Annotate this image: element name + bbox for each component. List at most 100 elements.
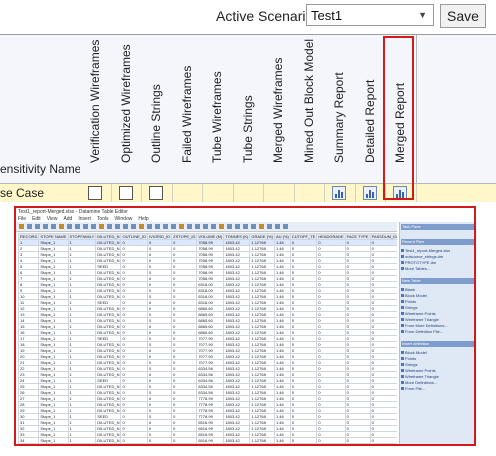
table-cell[interactable]: 0 xyxy=(120,443,149,444)
task-pane-section-header[interactable]: Recent Files xyxy=(401,239,474,245)
table-cell[interactable]: DILUTED_N xyxy=(95,317,122,324)
save-button[interactable]: Save xyxy=(440,4,486,28)
task-pane-section-header[interactable]: New Table xyxy=(401,278,474,284)
table-cell[interactable]: DILUTED_N xyxy=(95,287,122,294)
toolbar-icon[interactable] xyxy=(91,224,96,229)
editor-column-header[interactable]: AU (%) xyxy=(273,233,291,240)
editor-column-header[interactable]: DILUTED_N xyxy=(95,233,122,240)
checkbox[interactable] xyxy=(88,186,103,200)
toolbar-icon[interactable] xyxy=(155,224,160,229)
toolbar-icon[interactable] xyxy=(35,224,40,229)
report-icon[interactable] xyxy=(332,186,347,200)
table-cell[interactable]: DILUTED_N xyxy=(95,245,122,252)
toolbar-icon[interactable] xyxy=(67,224,72,229)
editor-column-header[interactable]: IVIGRID_ID xyxy=(147,233,173,240)
column-header-outline-strings[interactable]: Outline Strings xyxy=(141,35,173,183)
toolbar-icon[interactable] xyxy=(227,224,232,229)
scenario-dropdown[interactable]: Test1 ▼ xyxy=(306,4,434,26)
task-pane-item[interactable]: Wireframe Triangle xyxy=(405,374,439,379)
table-cell[interactable]: DILUTED_N xyxy=(95,401,122,408)
toolbar-icon[interactable] xyxy=(211,224,216,229)
table-cell[interactable]: DILUTED_N xyxy=(95,341,122,348)
column-header-merged-wireframes[interactable]: Merged Wireframes xyxy=(263,35,295,183)
table-cell[interactable]: DILUTED_N xyxy=(95,269,122,276)
table-cell[interactable]: DILUTED_N xyxy=(95,419,122,426)
task-pane-item[interactable]: Block Model xyxy=(405,350,427,355)
table-cell[interactable]: DILUTED_N xyxy=(95,275,122,282)
column-header-failed-wireframes[interactable]: Failed Wireframes xyxy=(171,35,203,183)
column-header-detailed-report[interactable]: Detailed Report xyxy=(354,35,386,183)
toolbar-icon[interactable] xyxy=(27,224,32,229)
toolbar-icon[interactable] xyxy=(243,224,248,229)
table-cell[interactable]: DILUTED_N xyxy=(95,311,122,318)
toolbar-icon[interactable] xyxy=(187,224,192,229)
table-cell[interactable]: DILUTED_N xyxy=(95,395,122,402)
table-cell[interactable]: DILUTED_N xyxy=(95,329,122,336)
table-cell[interactable]: DILUTED_N xyxy=(95,239,122,246)
report-icon[interactable] xyxy=(362,186,377,200)
table-cell[interactable]: DILUTED_N xyxy=(95,437,122,444)
table-cell[interactable]: DILUTED_N xyxy=(95,281,122,288)
toolbar-icon[interactable] xyxy=(115,224,120,229)
column-header-mined-out-block-model[interactable]: Mined Out Block Model xyxy=(293,35,325,183)
toolbar-icon[interactable] xyxy=(75,224,80,229)
toolbar-icon[interactable] xyxy=(99,224,104,229)
table-cell[interactable]: DILUTED_N xyxy=(95,359,122,366)
editor-column-header[interactable]: GRADE (%) xyxy=(249,233,275,240)
task-pane-item[interactable]: Block Model xyxy=(405,293,427,298)
table-cell[interactable]: Stope_1 xyxy=(38,443,69,444)
task-pane-item[interactable]: Points xyxy=(405,356,416,361)
table-cell[interactable]: DILUTED_N xyxy=(95,353,122,360)
toolbar-icon[interactable] xyxy=(59,224,64,229)
task-pane-item[interactable]: Wireframe Points xyxy=(405,311,436,316)
toolbar-icon[interactable] xyxy=(163,224,168,229)
table-cell[interactable]: DILUTED_N xyxy=(95,347,122,354)
toolbar-icon[interactable] xyxy=(195,224,200,229)
editor-column-header[interactable]: CUTOFF_TE xyxy=(289,233,318,240)
toolbar-icon[interactable] xyxy=(139,224,144,229)
task-pane-item[interactable]: From File... xyxy=(405,386,425,391)
column-header-tube-strings[interactable]: Tube Strings xyxy=(232,35,264,183)
table-cell[interactable]: 0 xyxy=(316,443,346,444)
task-pane-item[interactable]: PROTOTYPE.dm xyxy=(405,260,436,265)
task-pane-item[interactable]: From Definition File... xyxy=(405,329,443,334)
table-cell[interactable]: DILUTED_N xyxy=(95,425,122,432)
column-header-verification-wireframes[interactable]: Verification Wireframes xyxy=(80,35,112,183)
table-cell[interactable]: DILUTED_N xyxy=(95,365,122,372)
editor-column-header[interactable]: PASSDUM_ID xyxy=(369,233,397,240)
toolbar-icon[interactable] xyxy=(83,224,88,229)
editor-column-header[interactable]: STOPFAMILY xyxy=(67,233,97,240)
task-pane-item[interactable]: Points xyxy=(405,299,416,304)
task-pane-item[interactable]: Wireframe Triangle xyxy=(405,317,439,322)
table-cell[interactable]: DILUTED_N xyxy=(95,305,122,312)
toolbar-icon[interactable] xyxy=(259,224,264,229)
table-cell[interactable]: 35 xyxy=(18,443,40,444)
table-cell[interactable]: 0 xyxy=(171,443,198,444)
task-pane-item[interactable]: Blank xyxy=(405,287,415,292)
task-pane-item[interactable]: Strings xyxy=(405,362,417,367)
base-case-row[interactable]: se Case xyxy=(0,183,496,202)
table-cell[interactable]: DILUTED_N xyxy=(95,293,122,300)
table-cell[interactable]: 0 xyxy=(369,443,397,444)
table-cell[interactable]: DILUTED_N xyxy=(95,251,122,258)
toolbar-icon[interactable] xyxy=(51,224,56,229)
toolbar-icon[interactable] xyxy=(43,224,48,229)
task-pane-item[interactable]: outsource_strings.dm xyxy=(405,254,443,259)
table-cell[interactable]: DILUTED_N xyxy=(95,443,122,444)
table-cell[interactable]: 0 xyxy=(147,443,173,444)
editor-column-header[interactable]: HEADGRADE xyxy=(316,233,346,240)
toolbar-icon[interactable] xyxy=(219,224,224,229)
table-cell[interactable]: DILUTED_N xyxy=(95,383,122,390)
table-cell[interactable]: 1.12768 xyxy=(249,443,275,444)
toolbar-icon[interactable] xyxy=(171,224,176,229)
toolbar-icon[interactable] xyxy=(251,224,256,229)
task-pane-item[interactable]: From More Definitions... xyxy=(405,323,448,328)
column-header-optimized-wireframes[interactable]: Optimized Wireframes xyxy=(110,35,142,183)
task-pane-item[interactable]: Test1_report-Merged.xlsx xyxy=(405,248,450,253)
toolbar-icon[interactable] xyxy=(131,224,136,229)
editor-column-header[interactable]: OUTLINE_ID xyxy=(120,233,149,240)
editor-column-header[interactable]: ZSTOPE_ID xyxy=(171,233,198,240)
editor-column-header[interactable]: VOLUME (M) xyxy=(196,233,225,240)
checkbox[interactable] xyxy=(149,186,164,200)
toolbar-icon[interactable] xyxy=(235,224,240,229)
